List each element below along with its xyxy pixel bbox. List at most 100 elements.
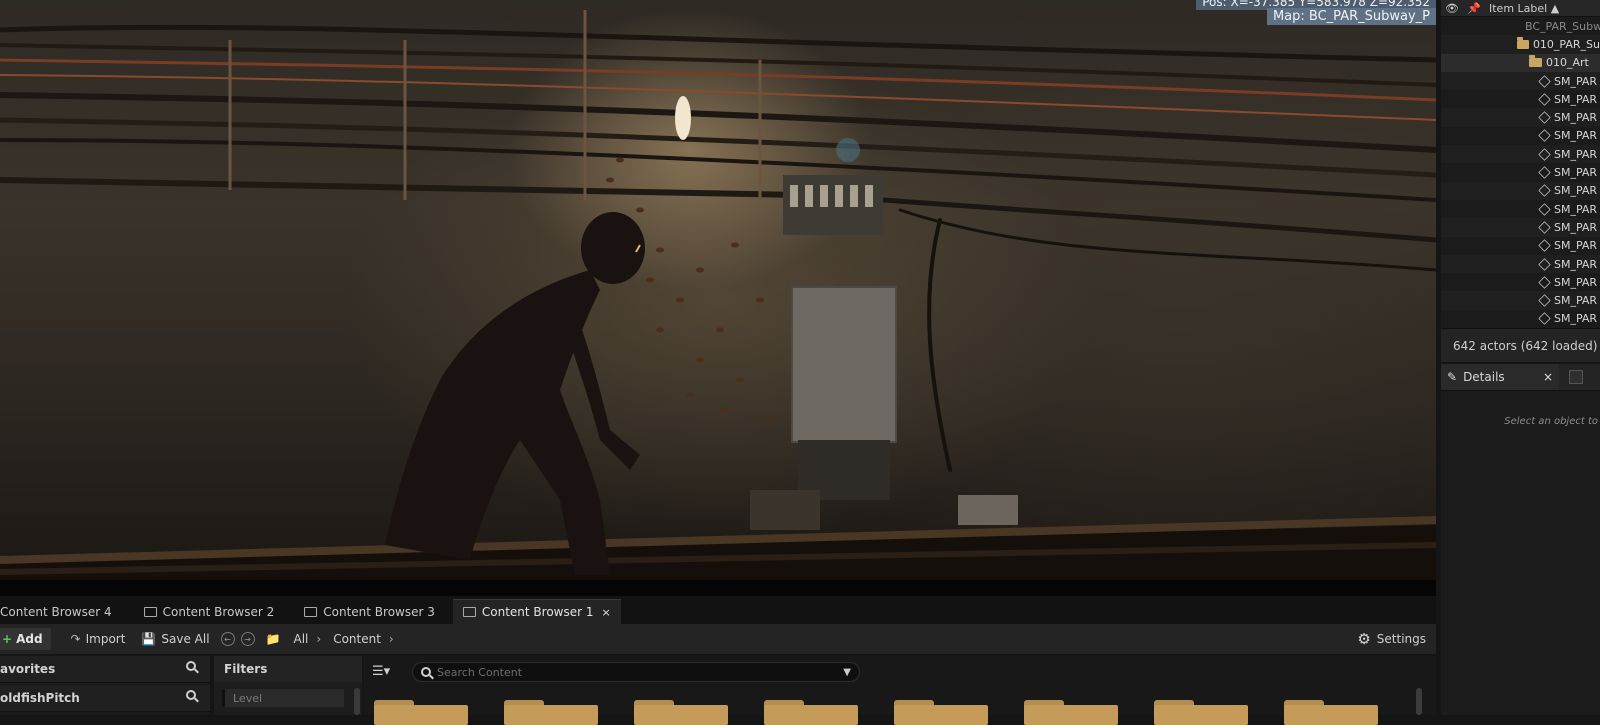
search-icon[interactable] (186, 690, 196, 700)
pencil-icon: ✎ (1447, 370, 1458, 384)
static-mesh-icon (1538, 257, 1551, 271)
folder-tile[interactable] (894, 700, 988, 725)
folder-tile[interactable] (1154, 700, 1248, 725)
back-arrow-icon[interactable]: ← (220, 632, 235, 646)
outliner-row[interactable]: SM_PAR (1441, 310, 1600, 328)
outliner-row[interactable]: SM_PAR (1441, 181, 1600, 200)
pin-icon[interactable]: 📌 (1463, 2, 1485, 15)
search-content-field[interactable]: ▼ (412, 662, 860, 682)
outliner-row[interactable]: SM_PAR (1441, 254, 1600, 274)
import-label: Import (85, 632, 126, 646)
outliner-row[interactable]: SM_PAR (1441, 127, 1600, 145)
outliner-row[interactable]: 010_Art (1441, 53, 1600, 72)
outliner-row[interactable]: SM_PAR (1441, 291, 1600, 310)
outliner-row-label: SM_PAR (1554, 111, 1598, 125)
content-browser-icon (304, 607, 318, 617)
plus-icon: + (2, 632, 13, 646)
outliner-row[interactable]: BC_PAR_Subw (1441, 17, 1600, 35)
tab-close-icon[interactable]: × (602, 606, 611, 619)
save-all-button[interactable]: 💾 Save All (133, 628, 217, 650)
favorites-section[interactable]: avorites (0, 656, 210, 683)
folder-tile[interactable] (764, 700, 858, 725)
details-panel: ✎ Details × Select an object to (1441, 364, 1600, 715)
details-tab-label: Details (1463, 370, 1505, 384)
search-content-input[interactable] (437, 665, 844, 679)
item-label-column-header[interactable]: Item Label ▲ (1489, 2, 1559, 15)
outliner-row-label: BC_PAR_Subw (1525, 19, 1600, 33)
forward-arrow-icon[interactable]: → (240, 632, 255, 646)
outliner-row[interactable]: SM_PAR (1441, 218, 1600, 237)
folder-tile[interactable] (1024, 700, 1118, 725)
static-mesh-icon (1538, 129, 1551, 143)
breadcrumb-chevron-icon[interactable]: › (316, 632, 321, 646)
filters-scrollbar[interactable] (354, 688, 360, 715)
outliner-row-label: SM_PAR (1554, 202, 1598, 216)
breadcrumb-chevron-icon[interactable]: › (389, 632, 394, 646)
folder-tile[interactable] (374, 700, 468, 725)
add-button[interactable]: + Add (0, 628, 51, 650)
sources-panel: avorites oldfishPitch (0, 656, 210, 715)
filters-title: Filters (214, 656, 362, 682)
outliner-row-label: SM_PAR (1554, 147, 1598, 161)
import-button[interactable]: ↷ Import (63, 628, 134, 650)
project-label: oldfishPitch (0, 691, 80, 705)
static-mesh-icon (1538, 239, 1551, 252)
outliner-row-label: SM_PAR (1554, 184, 1598, 198)
outliner-row-label: SM_PAR (1554, 257, 1598, 271)
details-close-icon[interactable]: × (1543, 370, 1553, 384)
content-browser-icon (462, 607, 476, 617)
visibility-eye-icon[interactable]: 👁 (1441, 2, 1463, 15)
tab-label: Content Browser 2 (162, 605, 275, 619)
outliner-actor-count: 642 actors (642 loaded) (1441, 328, 1600, 362)
filter-level-chip[interactable]: Level (222, 689, 344, 707)
tab-content-browser-3[interactable]: Content Browser 3 (294, 600, 445, 624)
outliner-row[interactable]: SM_PAR (1441, 90, 1600, 108)
settings-button[interactable]: ⚙ Settings (1357, 630, 1426, 648)
static-mesh-icon (1538, 93, 1551, 106)
tab-content-browser-1[interactable]: Content Browser 1 × (452, 599, 621, 624)
map-name-readout: Map: BC_PAR_Subway_P (1266, 8, 1436, 25)
outliner-row-label: SM_PAR (1554, 74, 1598, 88)
details-lock-icon[interactable] (1569, 370, 1583, 384)
content-browser: Content Browser 4 Content Browser 2 Cont… (0, 580, 1436, 725)
level-viewport[interactable]: Pos: X=-37.385 Y=583.978 Z=92.352 Map: B… (0, 0, 1436, 580)
static-mesh-icon (1538, 147, 1551, 161)
outliner-row[interactable]: SM_PAR (1441, 145, 1600, 164)
outliner-row[interactable]: SM_PAR (1441, 163, 1600, 181)
outliner-row[interactable]: 010_PAR_Su (1441, 35, 1600, 54)
folder-tile[interactable] (1284, 700, 1378, 725)
details-tab[interactable]: ✎ Details × (1441, 364, 1559, 390)
breadcrumb-content[interactable]: Content (333, 632, 381, 646)
outliner-row-label: SM_PAR (1554, 275, 1598, 289)
outliner-row-label: 010_PAR_Su (1532, 37, 1600, 51)
filter-dropdown-icon[interactable]: ☰▾ (372, 664, 390, 679)
favorites-label: avorites (0, 662, 56, 676)
tab-content-browser-4[interactable]: Content Browser 4 (0, 600, 122, 624)
filters-panel: Filters Level (214, 656, 362, 715)
outliner-row-label: 010_Art (1546, 56, 1589, 70)
folder-tile[interactable] (504, 700, 598, 725)
tab-label: Content Browser 3 (323, 605, 435, 619)
static-mesh-icon (1538, 111, 1551, 124)
static-mesh-icon (1538, 166, 1551, 179)
outliner-row[interactable]: SM_PAR (1441, 273, 1600, 291)
breadcrumb-all[interactable]: All (293, 632, 308, 646)
details-header: ✎ Details × (1441, 364, 1600, 391)
tab-label: Content Browser 4 (0, 605, 112, 619)
static-mesh-icon (1538, 74, 1551, 88)
outliner-row[interactable]: SM_PAR (1441, 71, 1600, 91)
outliner-row[interactable]: SM_PAR (1441, 200, 1600, 218)
asset-view-scrollbar[interactable] (1416, 688, 1422, 715)
search-icon[interactable] (186, 661, 196, 671)
outliner-row[interactable]: SM_PAR (1441, 237, 1600, 255)
tab-content-browser-2[interactable]: Content Browser 2 (134, 600, 285, 624)
project-section[interactable]: oldfishPitch (0, 685, 210, 712)
outliner-row-label: SM_PAR (1554, 294, 1598, 308)
folder-tile[interactable] (634, 700, 728, 725)
asset-view: ☰▾ ▼ (364, 656, 1436, 725)
chevron-down-icon[interactable]: ▼ (843, 667, 851, 678)
import-icon: ↷ (70, 632, 81, 646)
folder-icon: 📁 (265, 632, 281, 646)
content-browser-icon (143, 607, 157, 617)
outliner-row[interactable]: SM_PAR (1441, 108, 1600, 127)
